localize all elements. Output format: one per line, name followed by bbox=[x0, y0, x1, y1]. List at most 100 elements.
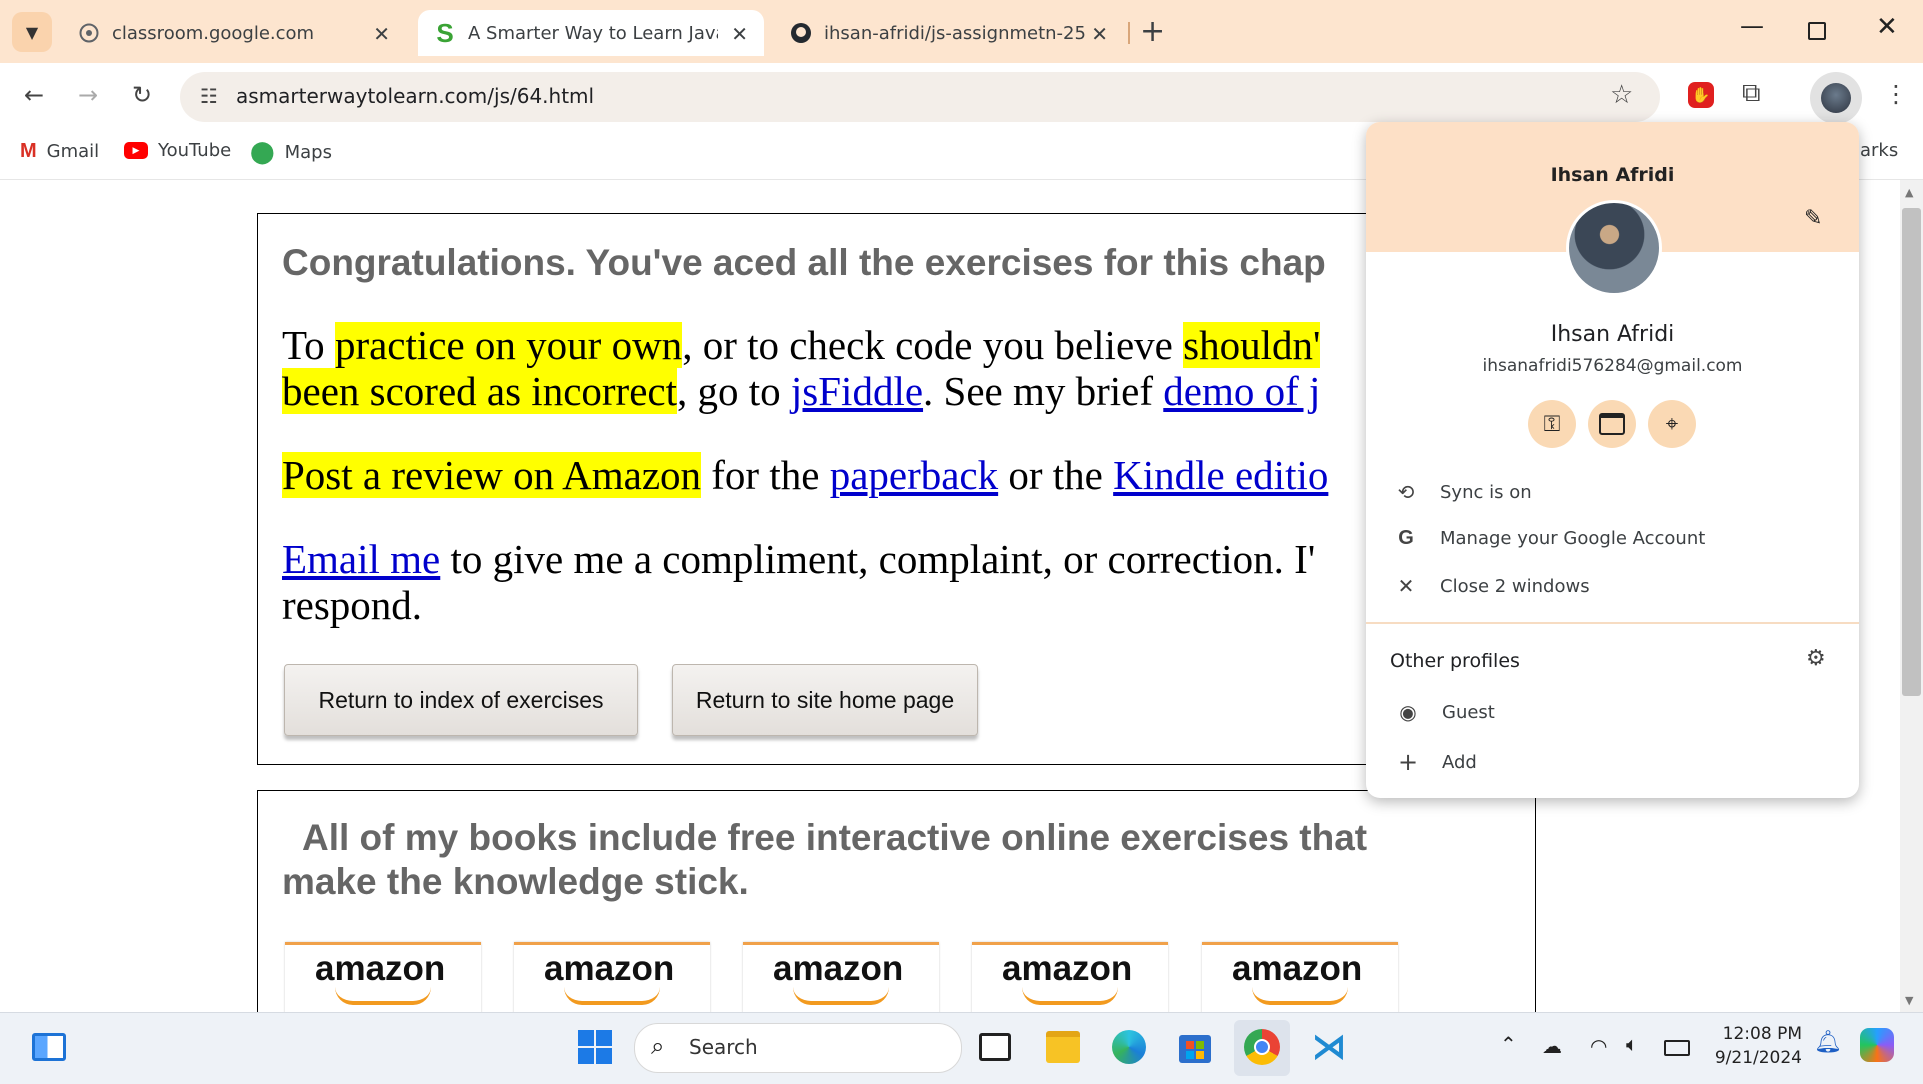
vscode-icon[interactable]: ⋊ bbox=[1308, 1026, 1350, 1068]
text: to give me a compliment, complaint, or c… bbox=[440, 536, 1316, 582]
clock-time[interactable]: 12:08 PM bbox=[1708, 1024, 1802, 1044]
bookmark-youtube[interactable]: ▶ YouTube bbox=[124, 140, 231, 161]
chrome-icon[interactable] bbox=[1241, 1026, 1283, 1068]
taskbar-search-box[interactable]: ⌕ Search bbox=[634, 1023, 962, 1073]
edit-pencil-icon[interactable]: ✎ bbox=[1804, 206, 1822, 231]
url-text: asmarterwaytolearn.com/js/64.html bbox=[236, 84, 595, 108]
widgets-icon[interactable] bbox=[28, 1026, 70, 1068]
email-link[interactable]: Email me bbox=[282, 536, 440, 582]
amazon-book-link[interactable]: amazon bbox=[972, 942, 1168, 1012]
highlight: practice on your own bbox=[334, 322, 683, 368]
reload-button[interactable]: ↻ bbox=[124, 77, 160, 113]
address-bar[interactable]: ☷ asmarterwaytolearn.com/js/64.html ☆ bbox=[180, 72, 1660, 122]
close-icon[interactable]: ✕ bbox=[1091, 22, 1108, 46]
bookmark-label: YouTube bbox=[158, 140, 232, 161]
demo-link[interactable]: demo of j bbox=[1163, 368, 1320, 414]
bookmark-gmail[interactable]: M Gmail bbox=[20, 140, 99, 163]
chevron-up-icon[interactable]: ⌃ bbox=[1500, 1032, 1517, 1056]
divider bbox=[1366, 622, 1859, 624]
adblock-extension-icon[interactable]: ✋ bbox=[1688, 82, 1714, 108]
close-icon[interactable]: ✕ bbox=[373, 22, 390, 46]
amazon-book-link[interactable]: amazon bbox=[1202, 942, 1398, 1012]
paperback-link[interactable]: paperback bbox=[830, 452, 998, 498]
amazon-smile-icon bbox=[564, 987, 660, 1005]
profiles-settings-gear-icon[interactable]: ⚙ bbox=[1806, 646, 1826, 671]
tab-title: ihsan-afridi/js-assignmetn-25 bbox=[824, 22, 1086, 44]
return-index-button[interactable]: Return to index of exercises bbox=[284, 664, 638, 736]
maps-pin-icon: ⬤ bbox=[250, 140, 275, 165]
guest-profile-item[interactable]: ◉ Guest bbox=[1396, 700, 1495, 724]
text: , or to check code you believe bbox=[682, 322, 1184, 368]
scroll-down-arrow-icon[interactable]: ▼ bbox=[1905, 994, 1913, 1007]
tab-classroom[interactable]: classroom.google.com ✕ bbox=[62, 10, 406, 56]
text: , go to bbox=[677, 368, 791, 414]
scroll-up-arrow-icon[interactable]: ▲ bbox=[1905, 186, 1913, 199]
edge-icon[interactable] bbox=[1108, 1026, 1150, 1068]
plus-icon: + bbox=[1140, 14, 1166, 49]
minimize-button[interactable]: — bbox=[1740, 12, 1764, 40]
profile-photo bbox=[1566, 200, 1662, 296]
profile-email: ihsanafridi576284@gmail.com bbox=[1482, 356, 1743, 376]
manage-account-label: Manage your Google Account bbox=[1440, 528, 1706, 549]
tab-search-button[interactable]: ▼ bbox=[12, 12, 52, 52]
tab-title: classroom.google.com bbox=[112, 22, 315, 44]
amazon-smile-icon bbox=[1252, 987, 1348, 1005]
microsoft-store-icon[interactable] bbox=[1174, 1026, 1216, 1068]
amazon-book-link[interactable]: amazon bbox=[285, 942, 481, 1012]
congrats-heading: Congratulations. You've aced all the exe… bbox=[282, 242, 1326, 283]
location-pin-icon: ⌖ bbox=[1665, 411, 1679, 437]
passwords-key-button[interactable]: ⚿ bbox=[1528, 400, 1576, 448]
new-tab-button[interactable]: + bbox=[1140, 14, 1165, 49]
amazon-book-link[interactable]: amazon bbox=[743, 942, 939, 1012]
close-window-button[interactable]: ✕ bbox=[1876, 12, 1898, 42]
clock-date[interactable]: 9/21/2024 bbox=[1708, 1048, 1802, 1068]
kebab-menu-icon: ⋮ bbox=[1884, 80, 1908, 108]
search-icon: ⌕ bbox=[651, 1032, 665, 1060]
amazon-logo-text: amazon bbox=[773, 949, 904, 988]
extensions-puzzle-icon[interactable]: ⧉ bbox=[1742, 78, 1761, 109]
add-profile-item[interactable]: + Add bbox=[1396, 748, 1477, 776]
bookmark-label: Gmail bbox=[46, 141, 100, 162]
bookmark-maps[interactable]: ⬤ Maps bbox=[250, 140, 332, 165]
sync-item[interactable]: ⟲ Sync is on bbox=[1394, 480, 1532, 504]
highlight: Post a review on Amazon bbox=[282, 452, 702, 498]
restore-button[interactable] bbox=[1808, 22, 1826, 40]
addresses-button[interactable]: ⌖ bbox=[1648, 400, 1696, 448]
battery-icon[interactable] bbox=[1664, 1040, 1690, 1056]
copilot-icon[interactable] bbox=[1860, 1028, 1894, 1062]
kindle-link[interactable]: Kindle editio bbox=[1113, 452, 1328, 498]
text: To bbox=[282, 322, 335, 368]
all-bookmarks-label[interactable]: arks bbox=[1860, 140, 1898, 161]
email-paragraph: Email me to give me a compliment, compla… bbox=[282, 536, 1315, 628]
jsfiddle-link[interactable]: jsFiddle bbox=[791, 368, 923, 414]
site-info-icon[interactable]: ☷ bbox=[200, 84, 218, 108]
profile-menu: Ihsan Afridi ✎ Ihsan Afridi ihsanafridi5… bbox=[1366, 122, 1859, 798]
credit-card-icon bbox=[1599, 413, 1625, 435]
scrollbar-thumb[interactable] bbox=[1902, 208, 1921, 696]
volume-icon[interactable]: 🔈︎ bbox=[1626, 1032, 1638, 1056]
forward-button[interactable]: → bbox=[70, 77, 106, 113]
review-paragraph: Post a review on Amazon for the paperbac… bbox=[282, 452, 1328, 498]
close-icon[interactable]: ✕ bbox=[731, 22, 748, 46]
return-home-button[interactable]: Return to site home page bbox=[672, 664, 978, 736]
onedrive-offline-icon[interactable]: ☁ bbox=[1542, 1034, 1562, 1058]
profile-header-name: Ihsan Afridi bbox=[1550, 164, 1675, 186]
profile-avatar-button[interactable] bbox=[1810, 72, 1862, 124]
search-placeholder: Search bbox=[689, 1035, 758, 1059]
github-icon bbox=[790, 22, 812, 44]
amazon-book-link[interactable]: amazon bbox=[514, 942, 710, 1012]
bookmark-star-icon[interactable]: ☆ bbox=[1610, 80, 1633, 110]
close-windows-item[interactable]: ✕ Close 2 windows bbox=[1394, 574, 1590, 598]
amazon-smile-icon bbox=[793, 987, 889, 1005]
wifi-icon[interactable]: ◠ bbox=[1590, 1034, 1607, 1058]
chrome-menu-button[interactable]: ⋮ bbox=[1884, 80, 1908, 108]
task-view-icon[interactable] bbox=[974, 1026, 1016, 1068]
notification-bell-icon[interactable]: 🔔︎ bbox=[1814, 1030, 1842, 1055]
payment-card-button[interactable] bbox=[1588, 400, 1636, 448]
tab-github[interactable]: ihsan-afridi/js-assignmetn-25 ✕ bbox=[774, 10, 1124, 56]
file-explorer-icon[interactable] bbox=[1042, 1026, 1084, 1068]
start-windows-icon[interactable] bbox=[574, 1026, 616, 1068]
tab-smarterway[interactable]: S A Smarter Way to Learn JavaScr ✕ bbox=[418, 10, 764, 56]
back-button[interactable]: ← bbox=[16, 77, 52, 113]
manage-account-item[interactable]: G Manage your Google Account bbox=[1394, 527, 1705, 550]
